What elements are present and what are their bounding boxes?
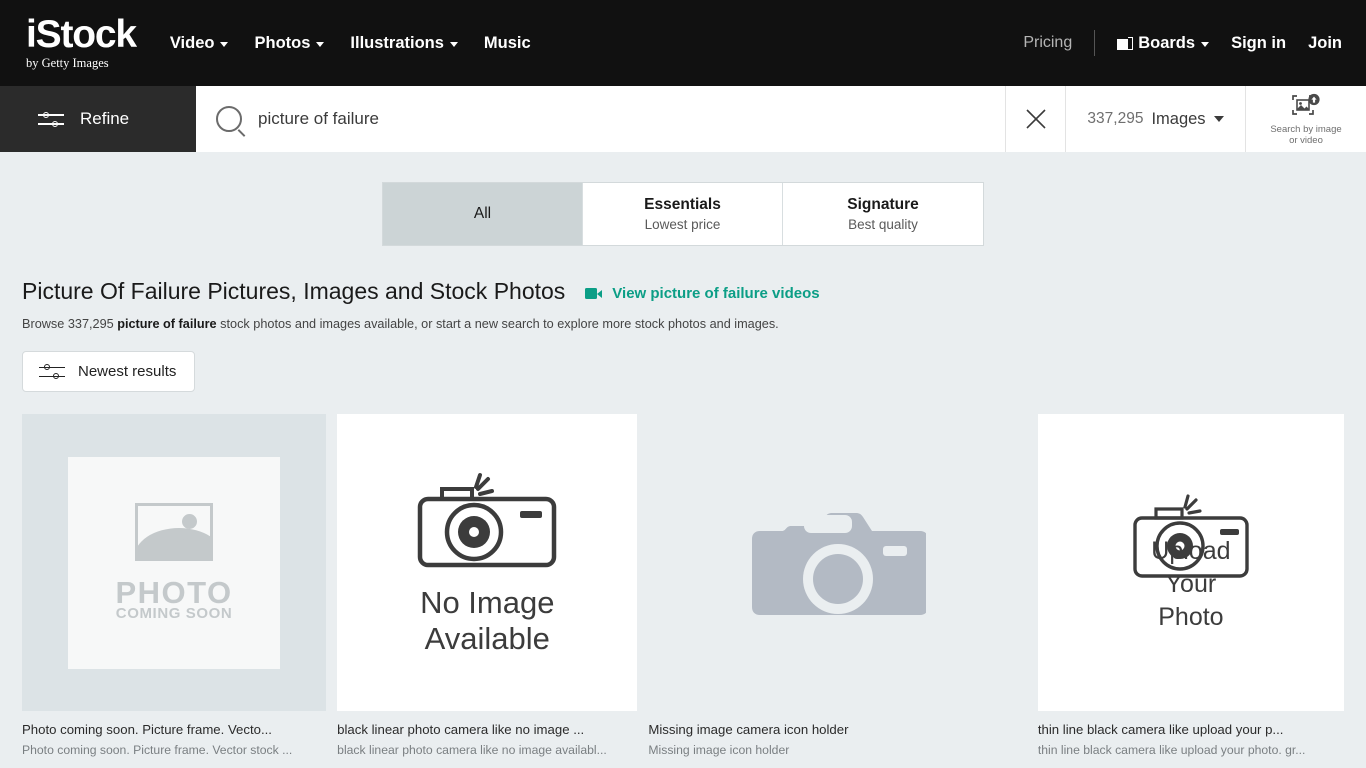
search-field [196,86,1006,152]
result-thumbnail-3[interactable] [648,414,1027,711]
nav-item-illustrations-label: Illustrations [350,33,444,52]
asset-type-label: Images [1151,109,1206,128]
result-title-2[interactable]: black linear photo camera like no image … [337,722,637,737]
secondary-nav: Pricing Boards Sign in Join [1023,30,1342,56]
thumb-art-text: No Image Available [420,584,555,656]
image-placeholder-icon [135,503,214,561]
boards-icon [1117,36,1134,50]
result-thumbnail-2[interactable]: No Image Available [337,414,638,711]
tab-essentials[interactable]: Essentials Lowest price [583,183,783,245]
browse-suffix: stock photos and images available, or st… [216,317,779,331]
clear-search-button[interactable] [1006,86,1066,152]
thumb-art-text-big: PHOTO [115,575,233,610]
nav-item-video[interactable]: Video [170,34,229,53]
browse-prefix: Browse 337,295 [22,317,118,331]
page-title: Picture Of Failure Pictures, Images and … [22,278,566,304]
result-card-2[interactable]: No Image Available black linear photo ca… [337,414,638,757]
search-by-image-button[interactable]: Search by image or video [1246,86,1366,152]
top-navigation-bar: iStock by Getty Images Video Photos Illu… [0,0,1366,86]
result-subtitle-4: thin line black camera like upload your … [1037,743,1306,757]
thumb-art-text: Upload Your Photo [1151,537,1231,631]
result-card-4[interactable]: Upload Your Photo thin line black camera… [1037,414,1344,757]
result-title-3[interactable]: Missing image camera icon holder [648,722,1026,737]
sliders-icon [39,364,65,380]
asset-type-dropdown[interactable]: 337,295 Images [1066,86,1246,152]
search-bar: Refine 337,295 Images Search by image [0,86,1366,152]
tab-signature[interactable]: Signature Best quality [783,183,983,245]
chevron-down-icon [1201,41,1210,47]
sort-label: Newest results [78,363,177,380]
sort-button[interactable]: Newest results [22,351,196,392]
result-card-3[interactable]: Missing image camera icon holder Missing… [648,414,1027,757]
chevron-down-icon [1213,116,1224,122]
result-thumbnail-4[interactable]: Upload Your Photo [1037,414,1344,711]
result-thumbnail-1[interactable]: PHOTO COMING SOON [22,414,327,711]
nav-item-boards[interactable]: Boards [1117,33,1210,53]
nav-item-music[interactable]: Music [484,34,531,53]
nav-divider [1094,30,1096,56]
result-card-1[interactable]: PHOTO COMING SOON Photo coming soon. Pic… [22,414,327,757]
tab-signature-sub: Best quality [848,217,918,232]
result-subtitle-1: Photo coming soon. Picture frame. Vector… [22,743,293,757]
browse-keyword: picture of failure [117,317,217,331]
chevron-down-icon [220,41,229,47]
chevron-down-icon [316,41,325,47]
camera-solid-icon [751,512,926,615]
search-by-image-icon [1292,93,1320,115]
tab-signature-title: Signature [847,196,919,213]
result-subtitle-2: black linear photo camera like no image … [337,743,607,757]
tab-essentials-sub: Lowest price [644,217,721,232]
nav-item-pricing[interactable]: Pricing [1023,34,1072,52]
result-title-1[interactable]: Photo coming soon. Picture frame. Vecto.… [22,722,326,737]
license-tabs: All Essentials Lowest price Signature Be… [0,152,1366,246]
thumb-art-text-small: COMING SOON [115,605,233,622]
result-title-4[interactable]: thin line black camera like upload your … [1038,722,1344,737]
sign-in-button[interactable]: Sign in [1231,34,1286,53]
istock-logo[interactable]: iStock by Getty Images [26,12,137,70]
view-videos-link[interactable]: View picture of failure videos [585,285,820,302]
video-camera-icon [585,288,603,299]
chevron-down-icon [449,41,458,47]
tab-all-title: All [473,205,492,222]
search-icon [216,106,242,132]
tab-all[interactable]: All [383,183,583,245]
primary-nav: Video Photos Illustrations Music [170,34,531,53]
logo-tagline: by Getty Images [26,55,109,70]
browse-description: Browse 337,295 picture of failure stock … [22,317,1344,331]
nav-item-boards-label: Boards [1138,33,1196,52]
nav-item-photos[interactable]: Photos [254,33,325,53]
refine-button[interactable]: Refine [0,86,196,152]
refine-label: Refine [80,109,130,128]
sliders-icon [38,111,64,127]
title-row: Picture Of Failure Pictures, Images and … [22,278,1344,305]
camera-outline-icon [418,472,557,567]
search-by-image-label: Search by image or video [1270,123,1342,146]
nav-item-illustrations[interactable]: Illustrations [350,34,458,53]
search-input[interactable] [258,109,1005,129]
nav-item-music-label: Music [483,33,531,52]
result-count: 337,295 [1087,110,1144,127]
result-subtitle-3: Missing image icon holder [648,743,790,757]
view-videos-label: View picture of failure videos [612,285,820,302]
tab-essentials-title: Essentials [644,196,721,213]
join-button[interactable]: Join [1308,34,1342,53]
nav-item-photos-label: Photos [254,33,311,52]
results-content: Picture Of Failure Pictures, Images and … [0,278,1366,757]
results-grid: PHOTO COMING SOON Photo coming soon. Pic… [22,414,1344,757]
logo-wordmark: iStock [26,12,137,56]
close-icon [1025,109,1046,129]
nav-item-video-label: Video [169,33,215,52]
